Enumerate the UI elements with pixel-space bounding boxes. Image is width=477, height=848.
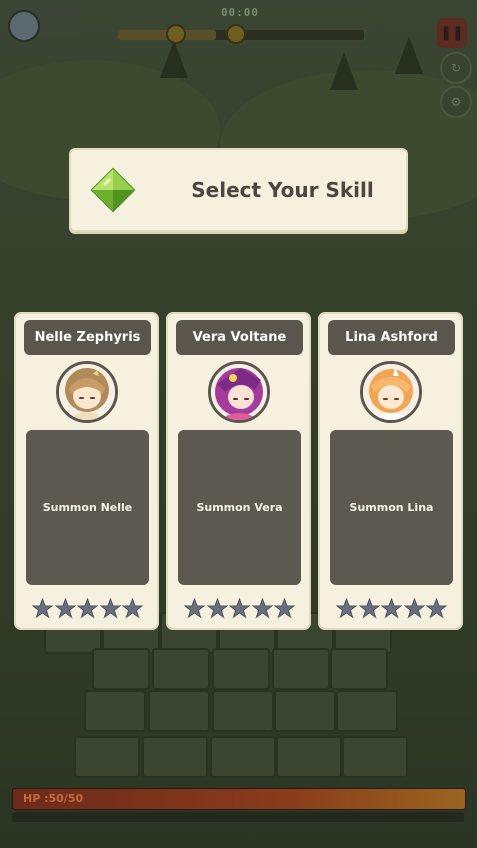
star-icon [403,598,425,619]
skill-card-vera[interactable]: Vera Voltane Summon Vera [166,312,311,630]
star-icon [77,598,98,619]
skill-card-name: Lina Ashford [328,320,455,355]
board-row [0,690,477,734]
green-gem-icon [90,167,136,213]
star-icon [184,598,205,619]
summon-description: Summon Vera [178,430,301,585]
background-tree [330,52,358,90]
summon-description: Summon Nelle [26,430,149,585]
background-tree [160,40,188,78]
skill-select-header: Select Your Skill [69,148,408,232]
wave-marker-icon [226,24,246,44]
speed-button[interactable]: ↻ [440,52,472,84]
gear-icon: ⚙ [450,95,462,109]
game-timer: 00:00 [220,6,260,19]
star-icon [274,598,295,619]
vera-portrait-icon [208,361,270,423]
star-icon [54,598,76,619]
star-icon [251,598,273,619]
star-icon [32,598,53,619]
star-icon [206,598,228,619]
star-icon [336,598,357,619]
skill-card-name: Vera Voltane [176,320,303,355]
star-icon [358,598,380,619]
refresh-icon: ↻ [450,61,462,75]
star-rating [336,598,447,620]
summon-description: Summon Lina [330,430,453,585]
star-rating [184,598,295,620]
star-icon [229,598,250,619]
skill-card-lina[interactable]: Lina Ashford Summon Lina [318,312,463,630]
settings-button[interactable]: ⚙ [440,86,472,118]
player-hp-label: HP :50/50 [23,792,84,805]
player-hp-bar: HP :50/50 [12,788,466,810]
modal-title: Select Your Skill [191,178,374,202]
experience-bar [12,812,464,822]
board-row [0,736,477,780]
skill-card-nelle[interactable]: Nelle Zephyris Summon Nelle [14,312,159,630]
lina-portrait-icon [360,361,422,423]
star-icon [122,598,143,619]
star-rating [32,598,143,620]
player-avatar[interactable] [8,10,40,42]
star-icon [381,598,402,619]
background-tree [395,36,423,74]
star-icon [426,598,447,619]
skill-card-name: Nelle Zephyris [24,320,151,355]
star-icon [99,598,121,619]
nelle-portrait-icon [56,361,118,423]
wave-marker-icon [166,24,186,44]
pause-icon: ❚❚ [440,25,464,41]
board-row [0,648,477,692]
pause-button[interactable]: ❚❚ [437,18,467,48]
